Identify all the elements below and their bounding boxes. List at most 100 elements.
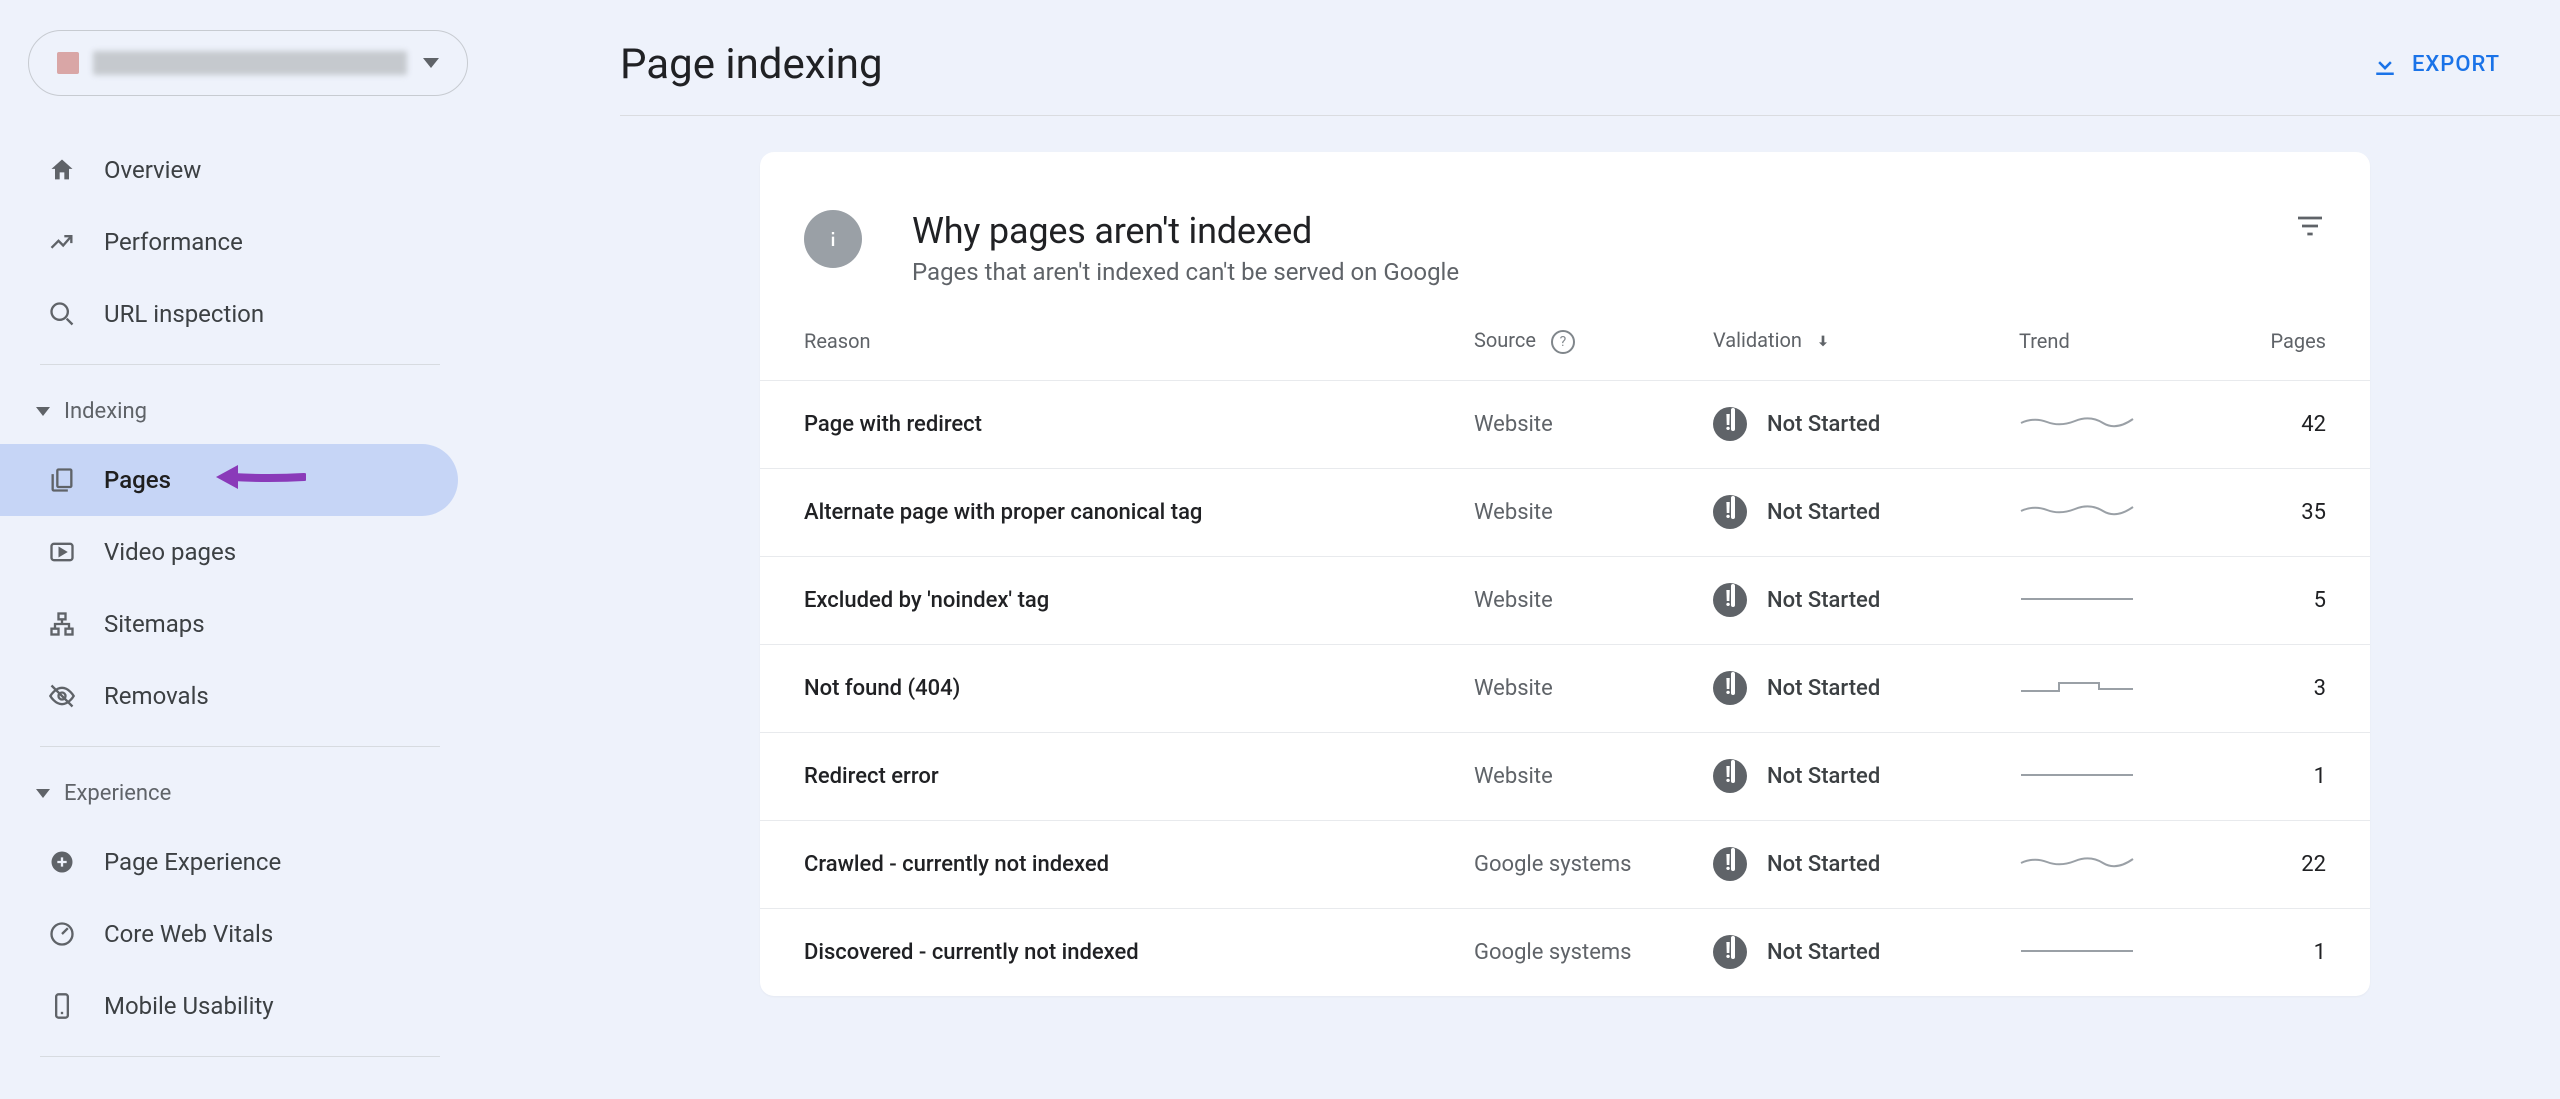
circle-plus-icon <box>46 846 78 878</box>
eye-off-icon <box>46 680 78 712</box>
video-icon <box>46 536 78 568</box>
property-selector[interactable] <box>28 30 468 96</box>
cell-validation: !Not Started <box>1695 644 1975 732</box>
cell-pages: 1 <box>2179 908 2370 996</box>
sidebar-item-overview[interactable]: Overview <box>0 134 458 206</box>
table-row[interactable]: Not found (404)Website!Not Started 3 <box>760 644 2370 732</box>
cell-pages: 35 <box>2179 468 2370 556</box>
sidebar-item-label: Pages <box>104 466 171 494</box>
col-pages[interactable]: Pages <box>2179 328 2370 380</box>
cell-reason: Crawled - currently not indexed <box>760 820 1430 908</box>
home-icon <box>46 154 78 186</box>
cell-validation: !Not Started <box>1695 380 1975 468</box>
cell-reason: Alternate page with proper canonical tag <box>760 468 1430 556</box>
col-source[interactable]: Source ? <box>1430 328 1695 380</box>
col-validation[interactable]: Validation <box>1695 328 1975 380</box>
cell-pages: 22 <box>2179 820 2370 908</box>
sidebar-item-label: Video pages <box>104 538 236 566</box>
divider <box>40 364 440 365</box>
help-icon[interactable]: ? <box>1551 330 1575 354</box>
cell-pages: 1 <box>2179 732 2370 820</box>
table-row[interactable]: Crawled - currently not indexedGoogle sy… <box>760 820 2370 908</box>
cell-source: Google systems <box>1430 908 1695 996</box>
divider <box>40 1056 440 1057</box>
cell-validation: !Not Started <box>1695 732 1975 820</box>
nav-main: Overview Performance URL inspection Inde… <box>0 120 480 1085</box>
status-icon: ! <box>1713 935 1747 969</box>
cell-validation: !Not Started <box>1695 908 1975 996</box>
cell-source: Google systems <box>1430 820 1695 908</box>
table-row[interactable]: Page with redirectWebsite!Not Started42 <box>760 380 2370 468</box>
export-button[interactable]: EXPORT <box>2370 50 2500 80</box>
sidebar-item-label: URL inspection <box>104 300 264 328</box>
sort-desc-icon <box>1815 330 1831 354</box>
sidebar-item-url-inspection[interactable]: URL inspection <box>0 278 458 350</box>
mobile-icon <box>46 990 78 1022</box>
filter-button[interactable] <box>2294 210 2326 246</box>
export-label: EXPORT <box>2412 52 2500 77</box>
chevron-down-icon <box>36 407 50 416</box>
col-trend[interactable]: Trend <box>1975 328 2179 380</box>
cell-trend <box>1975 468 2179 556</box>
cell-validation: !Not Started <box>1695 820 1975 908</box>
card-subtitle: Pages that aren't indexed can't be serve… <box>912 258 2294 286</box>
status-icon: ! <box>1713 671 1747 705</box>
sidebar-item-performance[interactable]: Performance <box>0 206 458 278</box>
sidebar-item-mobile-usability[interactable]: Mobile Usability <box>0 970 458 1042</box>
cell-pages: 42 <box>2179 380 2370 468</box>
pages-icon <box>46 464 78 496</box>
sidebar-item-video-pages[interactable]: Video pages <box>0 516 458 588</box>
table-row[interactable]: Discovered - currently not indexedGoogle… <box>760 908 2370 996</box>
sidebar-item-core-web-vitals[interactable]: Core Web Vitals <box>0 898 458 970</box>
property-favicon <box>57 52 79 74</box>
annotation-arrow <box>210 457 306 503</box>
cell-source: Website <box>1430 556 1695 644</box>
table-row[interactable]: Alternate page with proper canonical tag… <box>760 468 2370 556</box>
table-row[interactable]: Redirect errorWebsite!Not Started 1 <box>760 732 2370 820</box>
sidebar-item-label: Performance <box>104 228 243 256</box>
status-icon: ! <box>1713 759 1747 793</box>
sidebar: Overview Performance URL inspection Inde… <box>0 0 480 1099</box>
divider <box>40 746 440 747</box>
cell-source: Website <box>1430 468 1695 556</box>
sidebar-item-page-experience[interactable]: Page Experience <box>0 826 458 898</box>
card-title: Why pages aren't indexed <box>912 210 2294 252</box>
cell-source: Website <box>1430 644 1695 732</box>
sidebar-item-label: Core Web Vitals <box>104 920 273 948</box>
sitemap-icon <box>46 608 78 640</box>
table-row[interactable]: Excluded by 'noindex' tagWebsite!Not Sta… <box>760 556 2370 644</box>
nav-section-indexing[interactable]: Indexing <box>0 379 480 444</box>
info-icon <box>804 210 862 268</box>
trend-icon <box>46 226 78 258</box>
chevron-down-icon <box>423 58 439 68</box>
nav-section-experience[interactable]: Experience <box>0 761 480 826</box>
cell-reason: Excluded by 'noindex' tag <box>760 556 1430 644</box>
reasons-table: Reason Source ? Validation Trend Pa <box>760 328 2370 996</box>
cell-trend <box>1975 380 2179 468</box>
main-content: Page indexing EXPORT Why pages aren't in… <box>480 0 2560 1099</box>
cell-source: Website <box>1430 732 1695 820</box>
cell-trend <box>1975 732 2179 820</box>
cell-trend <box>1975 908 2179 996</box>
cell-reason: Discovered - currently not indexed <box>760 908 1430 996</box>
search-icon <box>46 298 78 330</box>
cell-pages: 3 <box>2179 644 2370 732</box>
cell-validation: !Not Started <box>1695 556 1975 644</box>
cell-source: Website <box>1430 380 1695 468</box>
cell-reason: Not found (404) <box>760 644 1430 732</box>
status-icon: ! <box>1713 847 1747 881</box>
page-header: Page indexing EXPORT <box>620 40 2560 116</box>
sidebar-item-removals[interactable]: Removals <box>0 660 458 732</box>
col-reason[interactable]: Reason <box>760 328 1430 380</box>
cell-trend <box>1975 820 2179 908</box>
sidebar-item-pages[interactable]: Pages <box>0 444 458 516</box>
nav-section-label: Experience <box>64 781 171 806</box>
sidebar-item-label: Page Experience <box>104 848 281 876</box>
sidebar-item-sitemaps[interactable]: Sitemaps <box>0 588 458 660</box>
page-title: Page indexing <box>620 40 883 89</box>
nav-section-label: Indexing <box>64 399 147 424</box>
cell-reason: Redirect error <box>760 732 1430 820</box>
status-icon: ! <box>1713 583 1747 617</box>
status-icon: ! <box>1713 495 1747 529</box>
cell-trend <box>1975 556 2179 644</box>
